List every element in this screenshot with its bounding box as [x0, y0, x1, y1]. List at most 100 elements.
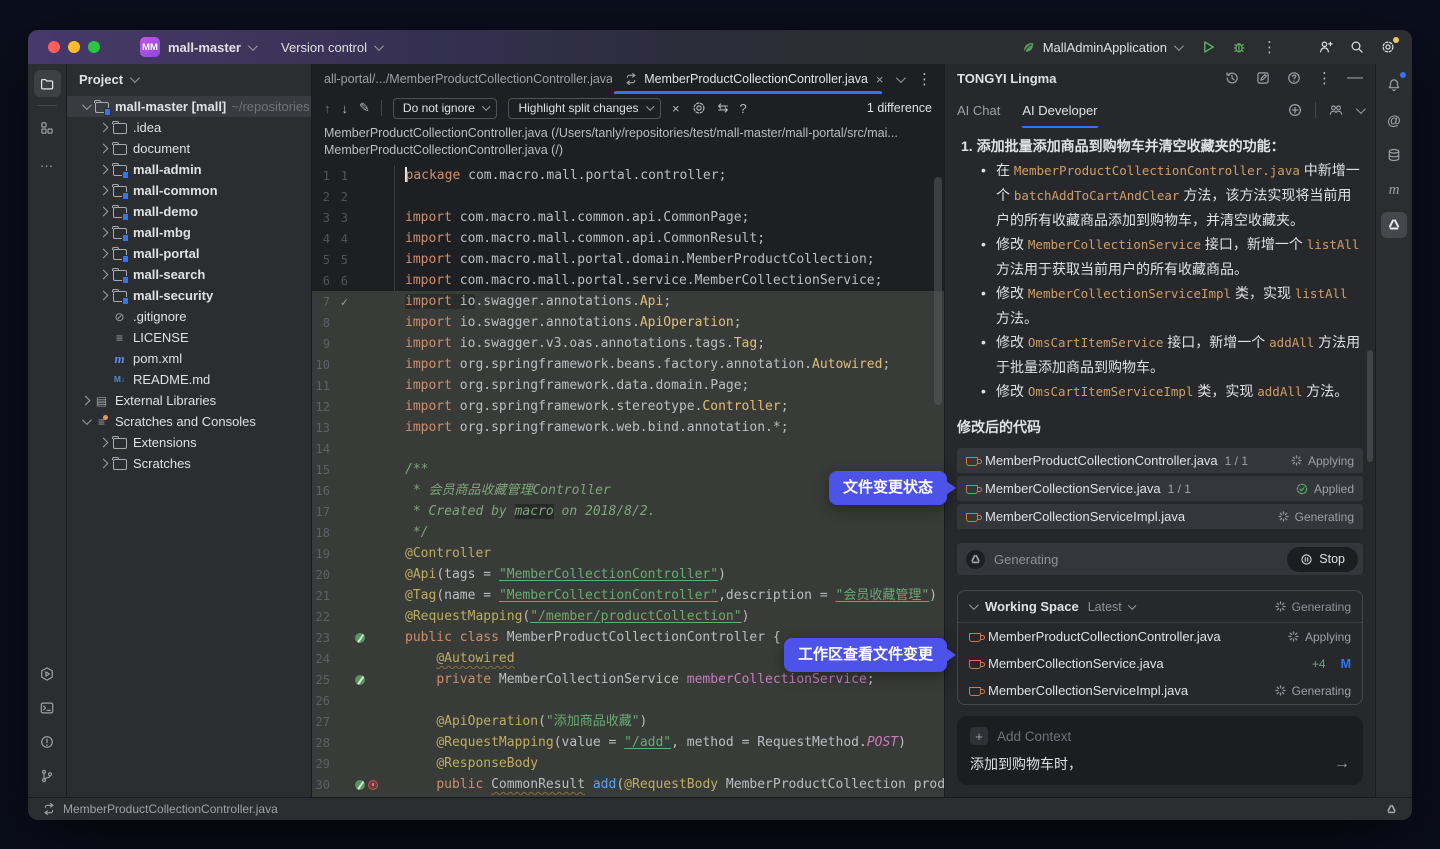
- spring-bean-icon[interactable]: [355, 633, 365, 643]
- add-context-button[interactable]: + Add Context: [970, 727, 1350, 745]
- chat-input-card[interactable]: + Add Context 添加到购物车时， →: [957, 716, 1363, 785]
- send-icon[interactable]: →: [1334, 755, 1350, 773]
- working-space-file-row[interactable]: MemberProductCollectionController.javaAp…: [958, 623, 1362, 650]
- previous-change-button[interactable]: ↑: [324, 101, 331, 116]
- tree-item[interactable]: ▤External Libraries: [67, 390, 311, 411]
- tree-item[interactable]: ≡Scratches and Consoles: [67, 411, 311, 432]
- chevron-down-icon[interactable]: [1356, 104, 1366, 114]
- chat-scrollbar[interactable]: [1367, 350, 1373, 462]
- stop-button[interactable]: Stop: [1287, 547, 1358, 572]
- tab-list-chevron-icon[interactable]: [896, 73, 906, 83]
- working-space-file-row[interactable]: MemberCollectionService.java+4M: [958, 650, 1362, 677]
- hide-panel-icon[interactable]: —: [1347, 69, 1363, 87]
- endpoint-icon[interactable]: [368, 780, 378, 790]
- editor-tab-active[interactable]: MemberProductCollectionController.java ×: [612, 64, 884, 94]
- working-space-header[interactable]: Working Space Latest Generating: [958, 591, 1362, 623]
- close-window-button[interactable]: [48, 41, 60, 53]
- more-tool-windows-button[interactable]: …: [34, 148, 61, 175]
- database-button[interactable]: [1381, 142, 1407, 168]
- settings-icon[interactable]: [1380, 39, 1396, 55]
- tab-ai-chat[interactable]: AI Chat: [957, 92, 1000, 128]
- maven-button[interactable]: m: [1381, 177, 1407, 203]
- changed-file-row[interactable]: MemberProductCollectionController.java1 …: [957, 448, 1363, 473]
- ignore-policy-dropdown[interactable]: Do not ignore: [393, 98, 498, 119]
- spring-bean-icon[interactable]: [355, 780, 365, 790]
- changed-file-row[interactable]: MemberCollectionServiceImpl.javaGenerati…: [957, 504, 1363, 529]
- lingma-button[interactable]: [1381, 212, 1407, 238]
- tree-item[interactable]: mall-common: [67, 180, 311, 201]
- tool-git-button[interactable]: [34, 762, 61, 789]
- project-panel-header[interactable]: Project: [67, 64, 311, 94]
- sessions-icon[interactable]: [1328, 102, 1344, 118]
- search-everywhere-icon[interactable]: [1349, 39, 1365, 55]
- tree-item[interactable]: mall-admin: [67, 159, 311, 180]
- new-session-icon[interactable]: [1287, 102, 1303, 118]
- changed-file-row[interactable]: MemberCollectionService.java1 / 1Applied: [957, 476, 1363, 501]
- close-tab-icon[interactable]: ×: [876, 72, 884, 87]
- minimize-window-button[interactable]: [68, 41, 80, 53]
- tree-item[interactable]: M↓README.md: [67, 369, 311, 390]
- new-chat-icon[interactable]: [1255, 70, 1271, 86]
- working-space-filter[interactable]: Latest: [1088, 600, 1134, 614]
- highlight-policy-dropdown[interactable]: Highlight split changes: [508, 98, 661, 119]
- editor-tab-inactive[interactable]: all-portal/.../MemberProductCollectionCo…: [312, 64, 612, 94]
- working-space-file-row[interactable]: MemberCollectionServiceImpl.javaGenerati…: [958, 677, 1362, 704]
- debug-button[interactable]: [1231, 39, 1247, 55]
- chat-input-text[interactable]: 添加到购物车时，: [970, 754, 1082, 774]
- ai-assistant-button[interactable]: @: [1381, 107, 1407, 133]
- tree-item[interactable]: mall-portal: [67, 243, 311, 264]
- chevron-right-icon[interactable]: [98, 165, 108, 175]
- tool-services-button[interactable]: [34, 660, 61, 687]
- collapse-unchanged-icon[interactable]: ×: [672, 101, 680, 116]
- tree-item[interactable]: Scratches: [67, 453, 311, 474]
- chevron-down-icon[interactable]: [81, 415, 91, 425]
- chevron-right-icon[interactable]: [98, 228, 108, 238]
- chevron-right-icon[interactable]: [98, 144, 108, 154]
- tree-item[interactable]: ⊘.gitignore: [67, 306, 311, 327]
- tree-item[interactable]: document: [67, 138, 311, 159]
- tool-structure-button[interactable]: [34, 114, 61, 141]
- help-icon[interactable]: ?: [740, 101, 747, 116]
- chevron-right-icon[interactable]: [98, 270, 108, 280]
- code-with-me-icon[interactable]: [1318, 39, 1334, 55]
- more-run-actions-icon[interactable]: ⋮: [1262, 38, 1277, 56]
- spring-bean-icon[interactable]: [355, 675, 365, 685]
- tree-item[interactable]: mall-demo: [67, 201, 311, 222]
- swap-sides-icon[interactable]: ⇆: [718, 100, 729, 116]
- chevron-right-icon[interactable]: [98, 249, 108, 259]
- tool-terminal-button[interactable]: [34, 694, 61, 721]
- tool-problems-button[interactable]: [34, 728, 61, 755]
- project-switcher[interactable]: mall-master: [168, 40, 255, 55]
- editor-scrollbar[interactable]: [934, 177, 942, 405]
- notifications-button[interactable]: [1381, 72, 1407, 98]
- chevron-down-icon[interactable]: [81, 100, 91, 110]
- run-button[interactable]: [1200, 39, 1216, 55]
- diff-settings-icon[interactable]: [691, 100, 707, 116]
- tree-item[interactable]: .idea: [67, 117, 311, 138]
- chevron-right-icon[interactable]: [98, 186, 108, 196]
- tree-item[interactable]: mall-security: [67, 285, 311, 306]
- chevron-right-icon[interactable]: [80, 396, 90, 406]
- chevron-right-icon[interactable]: [98, 291, 108, 301]
- more-options-icon[interactable]: ⋮: [1317, 69, 1332, 87]
- tree-item[interactable]: mall-search: [67, 264, 311, 285]
- run-configuration-selector[interactable]: MallAdminApplication: [1021, 40, 1181, 55]
- chevron-right-icon[interactable]: [98, 459, 108, 469]
- tab-ai-developer[interactable]: AI Developer: [1022, 92, 1097, 128]
- tool-project-button[interactable]: [34, 70, 61, 97]
- next-change-button[interactable]: ↓: [342, 101, 349, 116]
- edit-source-icon[interactable]: ✎: [359, 100, 370, 116]
- collapse-chevron-icon[interactable]: [969, 600, 979, 610]
- lingma-status-icon[interactable]: [1385, 803, 1398, 816]
- help-icon[interactable]: [1286, 70, 1302, 86]
- tree-item[interactable]: mall-master [mall]~/repositories: [67, 96, 311, 117]
- tree-item[interactable]: mpom.xml: [67, 348, 311, 369]
- zoom-window-button[interactable]: [88, 41, 100, 53]
- editor-options-icon[interactable]: ⋮: [917, 70, 932, 88]
- chevron-right-icon[interactable]: [98, 123, 108, 133]
- version-control-menu[interactable]: Version control: [281, 40, 381, 55]
- chevron-right-icon[interactable]: [98, 438, 108, 448]
- history-icon[interactable]: [1224, 70, 1240, 86]
- chevron-right-icon[interactable]: [98, 207, 108, 217]
- tree-item[interactable]: Extensions: [67, 432, 311, 453]
